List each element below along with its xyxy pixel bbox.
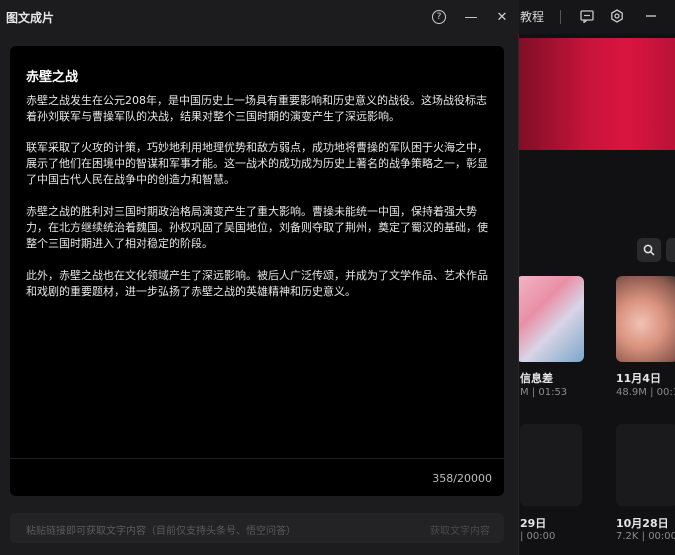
video-thumbnail[interactable] bbox=[520, 424, 582, 506]
video-meta: | 00:00 bbox=[520, 531, 556, 542]
document-paragraph[interactable]: 此外，赤壁之战也在文化领域产生了深远影响。被后人广泛传颂，并成为了文学作品、艺术… bbox=[26, 268, 494, 300]
help-icon: ? bbox=[432, 10, 446, 24]
document-paragraph[interactable]: 联军采取了火攻的计策，巧妙地利用地理优势和敌方弱点，成功地将曹操的军队困于火海之… bbox=[26, 140, 494, 188]
minimize-icon[interactable] bbox=[642, 7, 660, 25]
message-icon[interactable] bbox=[578, 7, 596, 25]
topbar-divider bbox=[560, 10, 561, 24]
minimize-button[interactable]: — bbox=[461, 7, 481, 27]
grid-view-icon[interactable] bbox=[666, 238, 675, 262]
video-thumbnail[interactable] bbox=[616, 276, 675, 362]
video-title: 11月4日 bbox=[616, 372, 661, 385]
settings-icon[interactable] bbox=[608, 7, 626, 25]
image-text-to-video-dialog: 图文成片 ? — ✕ 赤壁之战 赤壁之战发生在公元208年，是中国历史上一场具有… bbox=[0, 0, 519, 555]
fetch-text-button[interactable]: 获取文字内容 bbox=[430, 522, 490, 537]
link-input[interactable]: 粘贴链接即可获取文字内容（目前仅支持头条号、悟空问答） 获取文字内容 bbox=[10, 513, 504, 543]
promo-banner[interactable] bbox=[519, 38, 675, 150]
document-title[interactable]: 赤壁之战 bbox=[26, 66, 78, 85]
text-editor[interactable]: 赤壁之战 赤壁之战发生在公元208年，是中国历史上一场具有重要影响和历史意义的战… bbox=[10, 46, 504, 496]
video-meta: M | 01:53 bbox=[520, 387, 568, 398]
close-button[interactable]: ✕ bbox=[492, 7, 512, 27]
video-title: 10月28日 bbox=[616, 517, 669, 530]
help-button[interactable]: ? bbox=[429, 7, 449, 27]
document-paragraph[interactable]: 赤壁之战发生在公元208年，是中国历史上一场具有重要影响和历史意义的战役。这场战… bbox=[26, 93, 494, 125]
dialog-title: 图文成片 bbox=[6, 11, 55, 25]
video-meta: 48.9M | 00:15 bbox=[616, 387, 675, 398]
video-title: 信息差 bbox=[520, 372, 553, 385]
video-thumbnail[interactable] bbox=[616, 424, 675, 506]
document-paragraph[interactable]: 赤壁之战的胜利对三国时期政治格局演变产生了重大影响。曹操未能统一中国，保持着强大… bbox=[26, 204, 494, 252]
video-thumbnail[interactable] bbox=[516, 276, 584, 362]
tutorial-link[interactable]: 教程 bbox=[520, 8, 544, 25]
search-icon[interactable] bbox=[637, 238, 661, 262]
link-input-placeholder: 粘贴链接即可获取文字内容（目前仅支持头条号、悟空问答） bbox=[26, 526, 296, 537]
video-title: 29日 bbox=[520, 517, 547, 530]
character-counter: 358/20000 bbox=[432, 472, 492, 485]
dialog-titlebar: 图文成片 ? — ✕ bbox=[0, 0, 519, 34]
editor-divider bbox=[10, 458, 504, 459]
video-meta: 7.2K | 00:00 bbox=[616, 531, 675, 542]
